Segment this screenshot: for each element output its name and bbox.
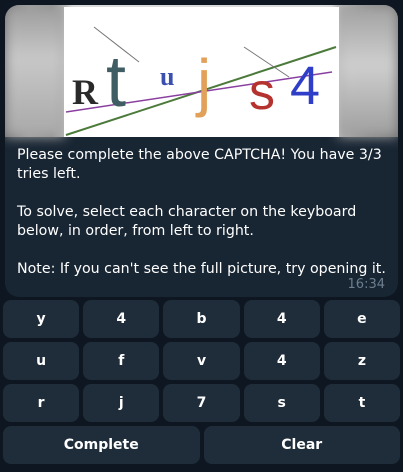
- message-line: To solve, select each character on the k…: [17, 204, 357, 239]
- message-line: Note: If you can't see the full picture,…: [17, 261, 386, 277]
- key-button[interactable]: z: [323, 342, 401, 380]
- key-button[interactable]: 4: [243, 342, 320, 380]
- keyboard-row: y 4 b 4 e: [3, 300, 401, 338]
- key-button[interactable]: j: [83, 384, 160, 422]
- captcha-char: s: [249, 63, 275, 121]
- keyboard-row: r j 7 s t: [3, 384, 401, 422]
- key-button[interactable]: 7: [163, 384, 240, 422]
- key-button[interactable]: v: [163, 342, 240, 380]
- captcha-char: u: [160, 62, 174, 91]
- complete-button[interactable]: Complete: [3, 426, 200, 464]
- key-button[interactable]: y: [3, 300, 80, 338]
- key-button[interactable]: 4: [83, 300, 160, 338]
- captcha-svg: R t u j s 4: [65, 26, 337, 136]
- captcha-message: R t u j s 4 Please complete the above CA…: [5, 5, 398, 297]
- message-time: 16:34: [347, 277, 385, 292]
- clear-button[interactable]: Clear: [203, 426, 400, 464]
- key-button[interactable]: f: [83, 342, 160, 380]
- message-text: Please complete the above CAPTCHA! You h…: [17, 146, 389, 279]
- captcha-image-frame[interactable]: R t u j s 4: [5, 5, 398, 137]
- image-blur-right: [338, 5, 398, 137]
- keyboard-row: u f v 4 z: [3, 342, 401, 380]
- key-button[interactable]: t: [323, 384, 401, 422]
- key-button[interactable]: u: [3, 342, 80, 380]
- captcha-char: R: [72, 72, 99, 112]
- key-button[interactable]: 4: [243, 300, 320, 338]
- captcha-char: j: [195, 46, 211, 118]
- captcha-image[interactable]: R t u j s 4: [64, 7, 339, 137]
- key-button[interactable]: r: [3, 384, 80, 422]
- captcha-char: t: [106, 42, 126, 122]
- keyboard-row: Complete Clear: [3, 426, 400, 464]
- key-button[interactable]: b: [163, 300, 240, 338]
- key-button[interactable]: e: [323, 300, 401, 338]
- captcha-char: 4: [290, 56, 320, 116]
- key-button[interactable]: s: [243, 384, 320, 422]
- inline-keyboard: y 4 b 4 e u f v 4 z r j 7 s t Complete C…: [3, 300, 401, 468]
- message-line: Please complete the above CAPTCHA! You h…: [17, 147, 382, 182]
- image-blur-left: [5, 5, 65, 137]
